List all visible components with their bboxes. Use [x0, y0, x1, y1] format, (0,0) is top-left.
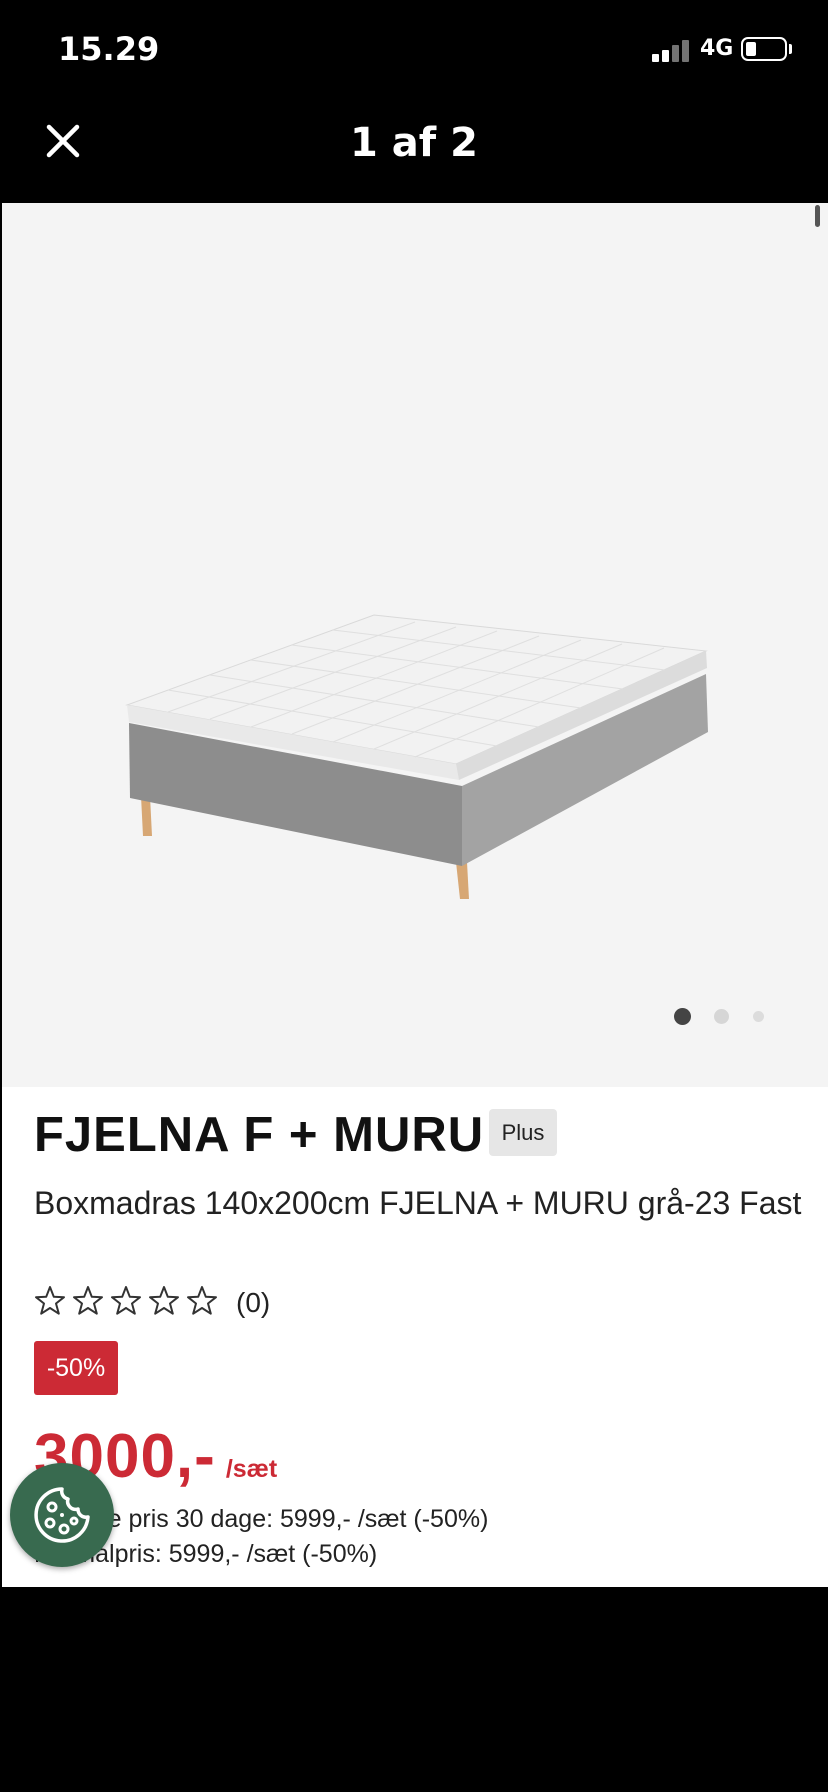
- cookie-icon: [34, 1487, 90, 1543]
- status-bar: 15.29 4G: [0, 0, 828, 100]
- gallery-dot-1[interactable]: [674, 1008, 691, 1025]
- battery-cap: [789, 44, 792, 54]
- scrollbar[interactable]: [815, 205, 820, 227]
- product-image: [125, 614, 708, 899]
- star-outline-icon: [35, 1286, 217, 1315]
- battery-icon: [741, 37, 787, 61]
- plus-badge: Plus: [489, 1109, 557, 1156]
- product-page[interactable]: FJELNA F + MURU Plus Boxmadras 140x200cm…: [2, 203, 828, 1587]
- image-gallery[interactable]: [2, 203, 828, 1087]
- product-subtitle: Boxmadras 140x200cm FJELNA + MURU grå-23…: [34, 1185, 802, 1221]
- status-time: 15.29: [58, 30, 160, 68]
- gallery-dot-2[interactable]: [714, 1009, 729, 1024]
- signal-icon: [652, 38, 692, 62]
- cookie-settings-button[interactable]: [10, 1463, 114, 1567]
- viewer-header: 1 af 2: [0, 100, 828, 203]
- price-unit: /sæt: [225, 1455, 278, 1483]
- gallery-dot-3[interactable]: [753, 1011, 764, 1022]
- product-title: FJELNA F + MURU: [34, 1108, 485, 1162]
- review-count: (0): [236, 1287, 271, 1318]
- network-label: 4G: [700, 36, 734, 61]
- viewer-title: 1 af 2: [350, 120, 478, 166]
- discount-badge: -50%: [34, 1341, 118, 1395]
